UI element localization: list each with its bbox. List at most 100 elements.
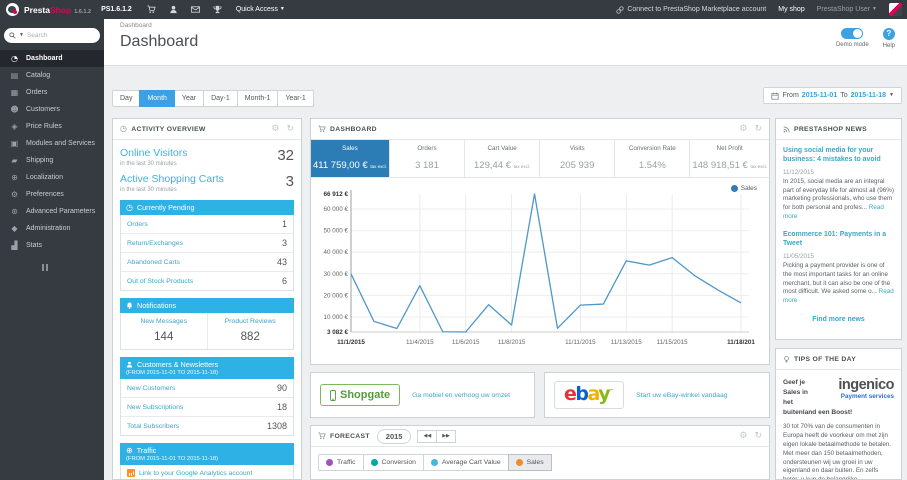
search-icon — [9, 32, 16, 39]
sidebar-collapse-icon[interactable] — [42, 264, 104, 271]
sidebar-search[interactable]: ▼ — [4, 28, 100, 43]
messages-icon[interactable] — [190, 5, 200, 14]
search-input[interactable] — [26, 32, 83, 39]
demo-mode-toggle[interactable] — [841, 28, 864, 39]
traffic-header: ⊕ Traffic (FROM 2015-11-01 TO 2015-11-18) — [120, 443, 294, 465]
svg-text:11/1/2015: 11/1/2015 — [337, 339, 365, 346]
kpi-net-profit[interactable]: Net Profit 148 918,51 € tax excl. — [690, 140, 769, 177]
chevron-down-icon[interactable]: ▼ — [19, 33, 24, 38]
date-range-picker[interactable]: From 2015-11-01 To 2015-11-18 ▼ — [763, 87, 902, 104]
kpi-cart-value[interactable]: Cart Value 129,44 € tax excl. — [465, 140, 541, 177]
user-avatar[interactable] — [889, 3, 902, 16]
preferences-icon: ⚙ — [10, 189, 19, 199]
sidebar-item-stats[interactable]: ▟ Stats — [0, 237, 104, 254]
range-day-button[interactable]: Day — [112, 90, 141, 107]
metric-traffic-button[interactable]: Traffic — [318, 454, 364, 471]
shopgate-banner[interactable]: Shopgate Ga mobiel en verhoog uw omzet — [310, 372, 535, 418]
active-carts-link[interactable]: Active Shopping Carts — [120, 173, 224, 185]
sidebar-item-preferences[interactable]: ⚙ Preferences — [0, 186, 104, 203]
sales-chart: 66 912 € 60 000 € 50 000 € 40 000 € 30 000 €… — [311, 178, 769, 364]
top-bar: PrestaShop 1.6.1.2 PS1.6.1.2 Quick Access… — [0, 0, 907, 19]
metric-conversion-button[interactable]: Conversion — [362, 454, 424, 471]
kpi-orders[interactable]: Orders 3 181 — [390, 140, 466, 177]
sidebar-menu: ◔ Dashboard ▤ Catalog ▦ Orders ☻ Customers ◈… — [0, 50, 104, 254]
backward-icon[interactable]: ◀◀ — [417, 429, 438, 443]
dashboard-icon: ◔ — [11, 53, 18, 63]
prestashop-logo[interactable] — [6, 3, 19, 16]
google-analytics-row: Link to your Google Analytics account — [121, 465, 293, 479]
kpi-visits[interactable]: Visits 205 939 — [540, 140, 616, 177]
traffic-dot — [326, 459, 333, 466]
find-more-news-link[interactable]: Find more news — [783, 316, 894, 323]
range-year-button[interactable]: Year — [173, 90, 205, 107]
news-title-link[interactable]: Using social media for your business: 4 … — [783, 147, 894, 165]
average-cart-value-dot — [430, 459, 438, 466]
gear-icon[interactable]: ⚙ — [739, 431, 747, 441]
page-header: Dashboard Dashboard Demo mode ? Help — [104, 19, 907, 66]
active-carts-value: 3 — [285, 173, 294, 190]
cart-icon[interactable] — [147, 5, 156, 14]
pending-orders-row: Orders 1 — [121, 215, 293, 234]
activity-overview-title: ACTIVITY OVERVIEW — [131, 125, 206, 133]
range-year-1-button[interactable]: Year-1 — [277, 90, 314, 107]
forecast-year[interactable]: 2015 — [376, 428, 412, 444]
sidebar-item-price-rules[interactable]: ◈ Price Rules — [0, 118, 104, 135]
dashboard-panel: DASHBOARD ⚙ ↻ Sales 411 759,00 € tax excl.… — [310, 118, 770, 365]
range-month-button[interactable]: Month — [139, 90, 175, 107]
refresh-icon[interactable]: ↻ — [286, 124, 294, 134]
rss-icon — [783, 125, 790, 132]
catalog-icon: ▤ — [10, 70, 19, 80]
range-day-1-button[interactable]: Day-1 — [203, 90, 238, 107]
sidebar-item-customers[interactable]: ☻ Customers — [0, 101, 104, 118]
shopgate-link[interactable]: Ga mobiel en verhoog uw omzet — [412, 392, 510, 399]
tips-body-text: 30 tot 70% van de consumenten in Europa … — [783, 422, 892, 480]
topbar-right: Connect to PrestaShop Marketplace accoun… — [616, 3, 907, 16]
metric-sales-button[interactable]: Sales — [507, 454, 552, 471]
user-menu[interactable]: PrestaShop User ▼ — [817, 6, 877, 13]
kpi-conversion-rate[interactable]: Conversion Rate 1.54% — [615, 140, 691, 177]
gear-icon[interactable]: ⚙ — [271, 124, 279, 134]
my-shop-link[interactable]: My shop — [778, 6, 804, 13]
help-icon[interactable]: ? — [882, 28, 895, 40]
kpi-sales[interactable]: Sales 411 759,00 € tax excl. — [311, 140, 390, 177]
sidebar: ▼ ◔Dashboard ▤Catalog ▦Orders ☻Customers… — [0, 19, 104, 480]
kpi-row: Sales 411 759,00 € tax excl. Orders 3 181 … — [311, 140, 769, 178]
range-month-1-button[interactable]: Month-1 — [236, 90, 279, 107]
marketplace-connect-link[interactable]: Connect to PrestaShop Marketplace accoun… — [616, 5, 766, 14]
svg-text:50 000 €: 50 000 € — [323, 228, 348, 235]
sidebar-item-advanced-parameters[interactable]: ⊛ Advanced Parameters — [0, 203, 104, 220]
gear-icon[interactable]: ⚙ — [739, 124, 747, 134]
trophy-icon[interactable] — [213, 5, 222, 14]
forward-icon[interactable]: ▶▶ — [436, 429, 456, 443]
chevron-down-icon: ▼ — [889, 92, 894, 98]
currently-pending-header: ◷ Currently Pending — [120, 200, 294, 215]
refresh-icon[interactable]: ↻ — [754, 431, 762, 441]
ebay-link[interactable]: Start uw eBay-winkel vandaag — [636, 392, 727, 399]
svg-text:10 000 €: 10 000 € — [323, 314, 348, 321]
news-title-link[interactable]: Ecommerce 101: Payments in a Tweet — [783, 231, 894, 249]
svg-text:11/4/2015: 11/4/2015 — [406, 339, 434, 346]
news-item: Using social media for your business: 4 … — [783, 147, 894, 220]
refresh-icon[interactable]: ↻ — [754, 124, 762, 134]
sidebar-item-dashboard[interactable]: ◔ Dashboard — [0, 50, 104, 67]
lightbulb-icon — [784, 355, 789, 362]
customer-icon[interactable] — [169, 5, 178, 14]
online-visitors-link[interactable]: Online Visitors — [120, 147, 188, 159]
ingenico-logo[interactable]: ingenico Payment services — [818, 378, 894, 400]
ebay-banner[interactable]: ebay™ Start uw eBay-winkel vandaag — [544, 372, 770, 418]
sidebar-item-orders[interactable]: ▦ Orders — [0, 84, 104, 101]
sidebar-item-shipping[interactable]: ▰ Shipping — [0, 152, 104, 169]
notifications-header: Notifications — [120, 298, 294, 313]
chart-legend[interactable]: Sales — [730, 185, 757, 192]
shipping-icon: ▰ — [11, 155, 18, 165]
page-title: Dashboard — [120, 33, 199, 50]
sidebar-item-catalog[interactable]: ▤ Catalog — [0, 67, 104, 84]
sidebar-item-localization[interactable]: ⊕ Localization — [0, 169, 104, 186]
sidebar-item-modules[interactable]: ▣ Modules and Services — [0, 135, 104, 152]
sidebar-item-administration[interactable]: ◆ Administration — [0, 220, 104, 237]
forecast-panel: FORECAST 2015 ◀◀ ▶▶ ⚙ ↻ Traffic Conversio… — [310, 425, 770, 480]
ebay-logo: ebay™ — [554, 381, 625, 409]
quick-access-menu[interactable]: Quick Access ▼ — [236, 6, 285, 13]
metric-average-cart-value-button[interactable]: Average Cart Value — [422, 454, 509, 471]
active-carts-stat: Active Shopping Carts in the last 30 minu… — [120, 173, 294, 193]
